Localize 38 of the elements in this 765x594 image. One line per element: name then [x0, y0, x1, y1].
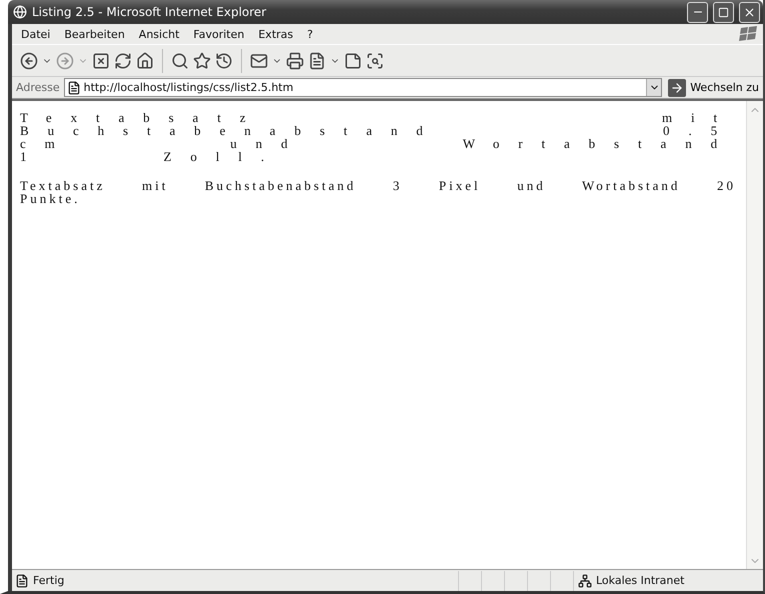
- menu-item[interactable]: Bearbeiten: [57, 28, 132, 40]
- stop-icon[interactable]: [92, 52, 110, 70]
- zone-text: Lokales Intranet: [596, 574, 684, 587]
- window-title: Listing 2.5 - Microsoft Internet Explorer: [32, 5, 268, 19]
- close-button[interactable]: [739, 2, 760, 22]
- history-icon[interactable]: [215, 52, 233, 70]
- document-icon[interactable]: [308, 52, 326, 70]
- note-icon[interactable]: [344, 52, 362, 70]
- menu-item[interactable]: Ansicht: [132, 28, 186, 40]
- star-icon[interactable]: [193, 52, 211, 70]
- flag-logo-icon: [739, 25, 759, 43]
- arrow-right-icon: [668, 78, 686, 96]
- menu-item[interactable]: Datei: [14, 28, 58, 40]
- refresh-icon[interactable]: [114, 52, 132, 70]
- home-icon[interactable]: [136, 52, 154, 70]
- go-button[interactable]: Wechseln zu: [666, 78, 761, 96]
- address-field[interactable]: http://localhost/listings/css/list2.5.htm: [64, 78, 662, 97]
- printer-icon[interactable]: [286, 52, 304, 70]
- network-icon: [578, 574, 592, 588]
- paragraph: Textabsatz mit Buchstabenabstand 3 Pixel und Wortabstand 20 Punkte.: [20, 179, 736, 205]
- minimize-button[interactable]: [687, 2, 708, 22]
- status-text: Fertig: [33, 574, 64, 587]
- page-icon: [15, 574, 29, 588]
- maximize-icon: [718, 6, 729, 18]
- mail-icon[interactable]: [250, 52, 268, 70]
- page-icon: [66, 80, 81, 94]
- maximize-button[interactable]: [713, 2, 734, 22]
- search-icon[interactable]: [171, 52, 189, 70]
- window-icon: [13, 5, 27, 19]
- menu-item[interactable]: Extras: [251, 28, 300, 40]
- dropdown-button[interactable]: [646, 79, 662, 96]
- menu-item[interactable]: Favoriten: [186, 28, 252, 40]
- paragraph: Textabsatz mit Buchstabenabstand 0.5 cm und Wortabstand 1 Zoll.: [20, 111, 736, 163]
- address-label: Adresse: [16, 81, 60, 94]
- close-icon: [743, 6, 756, 18]
- menu-item[interactable]: ?: [300, 28, 320, 40]
- back-icon[interactable]: [20, 52, 38, 70]
- research-icon[interactable]: [366, 52, 384, 70]
